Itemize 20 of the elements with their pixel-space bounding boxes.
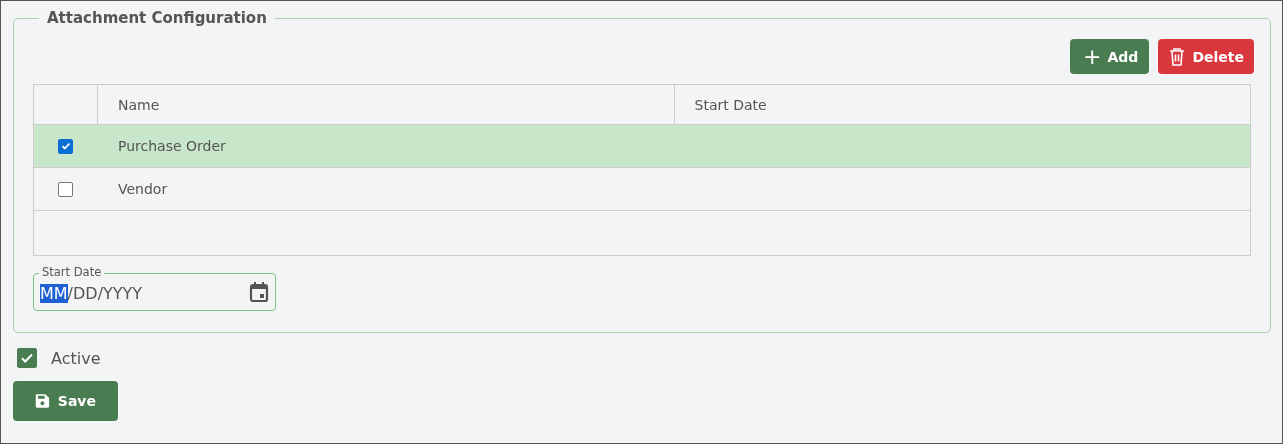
- table-cell: Purchase Order: [118, 138, 226, 154]
- table-row[interactable]: Purchase Order: [34, 125, 1250, 168]
- date-segment[interactable]: MM: [40, 283, 68, 303]
- calendar-icon[interactable]: [249, 281, 269, 303]
- check-icon: [20, 351, 34, 365]
- row-checkbox[interactable]: [58, 181, 73, 197]
- trash-icon: [1168, 46, 1187, 67]
- delete-button[interactable]: Delete: [1158, 39, 1254, 74]
- checkbox-label: Active: [51, 348, 101, 368]
- section-title: Attachment Configuration: [46, 9, 268, 27]
- check-icon: [60, 141, 71, 151]
- column-header[interactable]: Start Date: [673, 85, 1250, 124]
- table-row[interactable]: Vendor: [34, 168, 1250, 211]
- table-cell: Vendor: [118, 181, 168, 197]
- active-checkbox[interactable]: [17, 348, 37, 368]
- row-checkbox[interactable]: [58, 138, 73, 154]
- column-header[interactable]: Name: [98, 85, 674, 124]
- save-button[interactable]: Save: [13, 381, 118, 421]
- field-label: Start Date: [39, 265, 105, 279]
- add-button[interactable]: + Add: [1070, 39, 1150, 74]
